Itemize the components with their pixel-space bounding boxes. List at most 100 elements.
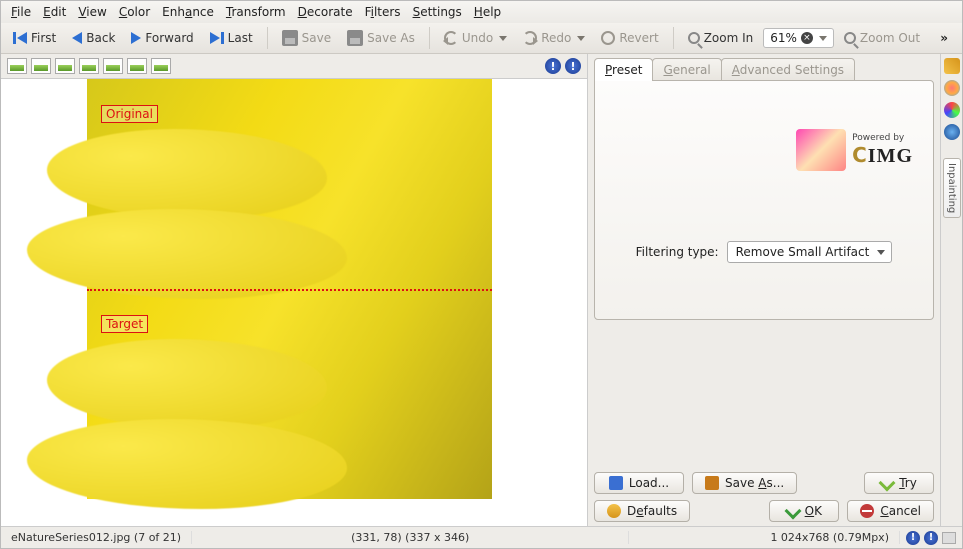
view-mode-button-6[interactable] xyxy=(127,58,147,74)
nav-back-label: Back xyxy=(86,31,115,45)
info-icon[interactable]: ! xyxy=(906,531,920,545)
menu-decorate[interactable]: Decorate xyxy=(298,5,353,19)
status-bar: eNatureSeries012.jpg (7 of 21) (331, 78)… xyxy=(1,526,962,548)
dropdown-caret-icon[interactable] xyxy=(577,36,585,41)
info-icon[interactable]: ! xyxy=(565,58,581,74)
defaults-icon xyxy=(607,504,621,518)
arrow-right-icon xyxy=(131,32,141,44)
image-canvas[interactable]: Original Target xyxy=(1,78,587,526)
menu-settings[interactable]: Settings xyxy=(413,5,462,19)
arrow-left-icon xyxy=(17,32,27,44)
status-filename: eNatureSeries012.jpg (7 of 21) xyxy=(1,531,192,544)
zoom-out-button[interactable]: Zoom Out xyxy=(838,28,926,48)
view-mode-button-5[interactable] xyxy=(103,58,123,74)
settings-pane: Preset General Advanced Settings Powered… xyxy=(588,54,940,526)
undo-icon xyxy=(444,31,458,45)
nav-first-label: First xyxy=(31,31,56,45)
cancel-button[interactable]: Cancel xyxy=(847,500,934,522)
revert-label: Revert xyxy=(619,31,658,45)
cancel-label: Cancel xyxy=(880,504,921,518)
settings-tabs: Preset General Advanced Settings xyxy=(594,58,934,81)
save-as-label: Save As... xyxy=(725,476,784,490)
filtering-type-select[interactable]: Remove Small Artifact xyxy=(727,241,893,263)
load-icon xyxy=(609,476,623,490)
menu-transform[interactable]: Transform xyxy=(226,5,286,19)
undo-label: Undo xyxy=(462,31,493,45)
view-mode-row: ! ! xyxy=(1,54,587,78)
pencil-icon[interactable] xyxy=(944,58,960,74)
globe-icon[interactable] xyxy=(944,124,960,140)
undo-button[interactable]: Undo xyxy=(438,28,513,48)
view-mode-button-1[interactable] xyxy=(7,58,27,74)
check-icon xyxy=(879,475,896,492)
dropdown-caret-icon[interactable] xyxy=(819,36,827,41)
menu-color[interactable]: Color xyxy=(119,5,150,19)
preview-pane: ! ! Original Target xyxy=(1,54,588,526)
palette-icon[interactable] xyxy=(944,80,960,96)
nav-forward-button[interactable]: Forward xyxy=(125,28,199,48)
tab-preset[interactable]: Preset xyxy=(594,58,653,81)
revert-button[interactable]: Revert xyxy=(595,28,664,48)
tab-general[interactable]: General xyxy=(652,58,721,81)
filtering-type-value: Remove Small Artifact xyxy=(736,245,870,259)
target-label: Target xyxy=(101,315,148,333)
load-button[interactable]: Load... xyxy=(594,472,684,494)
resize-grip[interactable] xyxy=(942,532,956,544)
info-icon[interactable]: ! xyxy=(924,531,938,545)
cimg-logo-text: CIMG xyxy=(852,143,913,168)
view-mode-button-3[interactable] xyxy=(55,58,75,74)
preset-io-row: Load... Save As... Try xyxy=(594,466,934,494)
view-mode-button-2[interactable] xyxy=(31,58,51,74)
menu-bar: File Edit View Color Enhance Transform D… xyxy=(1,1,962,23)
main-toolbar: First Back Forward Last Save Save As Und… xyxy=(1,23,962,54)
preset-panel: Powered by CIMG Filtering type: Remove S… xyxy=(594,80,934,320)
central-area: ! ! Original Target Preset General xyxy=(1,54,962,526)
dialog-button-row: Defaults OK Cancel xyxy=(594,494,934,522)
bar-icon xyxy=(221,32,224,44)
inpainting-tab[interactable]: Inpainting xyxy=(943,158,961,218)
floppy-icon xyxy=(347,30,363,46)
menu-help[interactable]: Help xyxy=(474,5,501,19)
menu-edit[interactable]: Edit xyxy=(43,5,66,19)
redo-button[interactable]: Redo xyxy=(517,28,591,48)
view-mode-button-7[interactable] xyxy=(151,58,171,74)
menu-enhance[interactable]: Enhance xyxy=(162,5,214,19)
nav-last-button[interactable]: Last xyxy=(204,28,259,48)
zoom-out-label: Zoom Out xyxy=(860,31,920,45)
filtering-type-label: Filtering type: xyxy=(636,245,719,259)
filtering-type-row: Filtering type: Remove Small Artifact xyxy=(595,241,933,263)
separator xyxy=(267,27,268,49)
status-coords: (331, 78) (337 x 346) xyxy=(192,531,629,544)
nav-first-button[interactable]: First xyxy=(7,28,62,48)
split-divider[interactable] xyxy=(87,289,492,291)
cancel-icon xyxy=(860,504,874,518)
defaults-button[interactable]: Defaults xyxy=(594,500,690,522)
floppy-icon xyxy=(282,30,298,46)
zoom-value-field[interactable]: 61% × xyxy=(763,28,834,48)
dropdown-caret-icon[interactable] xyxy=(499,36,507,41)
toolbar-overflow-button[interactable]: » xyxy=(932,31,956,45)
cimg-logo-image xyxy=(796,129,846,171)
save-button[interactable]: Save xyxy=(276,27,337,49)
clear-icon[interactable]: × xyxy=(801,32,813,44)
tool-sidebar: Inpainting xyxy=(940,54,962,526)
view-mode-button-4[interactable] xyxy=(79,58,99,74)
save-as-button[interactable]: Save As xyxy=(341,27,421,49)
nav-back-button[interactable]: Back xyxy=(66,28,121,48)
bar-icon xyxy=(13,32,16,44)
magnifier-icon xyxy=(688,32,700,44)
status-corner: ! ! xyxy=(900,531,962,545)
color-wheel-icon[interactable] xyxy=(944,102,960,118)
save-as-preset-button[interactable]: Save As... xyxy=(692,472,797,494)
menu-filters[interactable]: Filters xyxy=(365,5,401,19)
ok-button[interactable]: OK xyxy=(769,500,839,522)
menu-file[interactable]: File xyxy=(11,5,31,19)
tab-advanced[interactable]: Advanced Settings xyxy=(721,58,855,81)
defaults-label: Defaults xyxy=(627,504,677,518)
menu-view[interactable]: View xyxy=(78,5,106,19)
ok-label: OK xyxy=(805,504,822,518)
zoom-in-button[interactable]: Zoom In xyxy=(682,28,760,48)
try-button[interactable]: Try xyxy=(864,472,934,494)
info-icon[interactable]: ! xyxy=(545,58,561,74)
separator xyxy=(673,27,674,49)
